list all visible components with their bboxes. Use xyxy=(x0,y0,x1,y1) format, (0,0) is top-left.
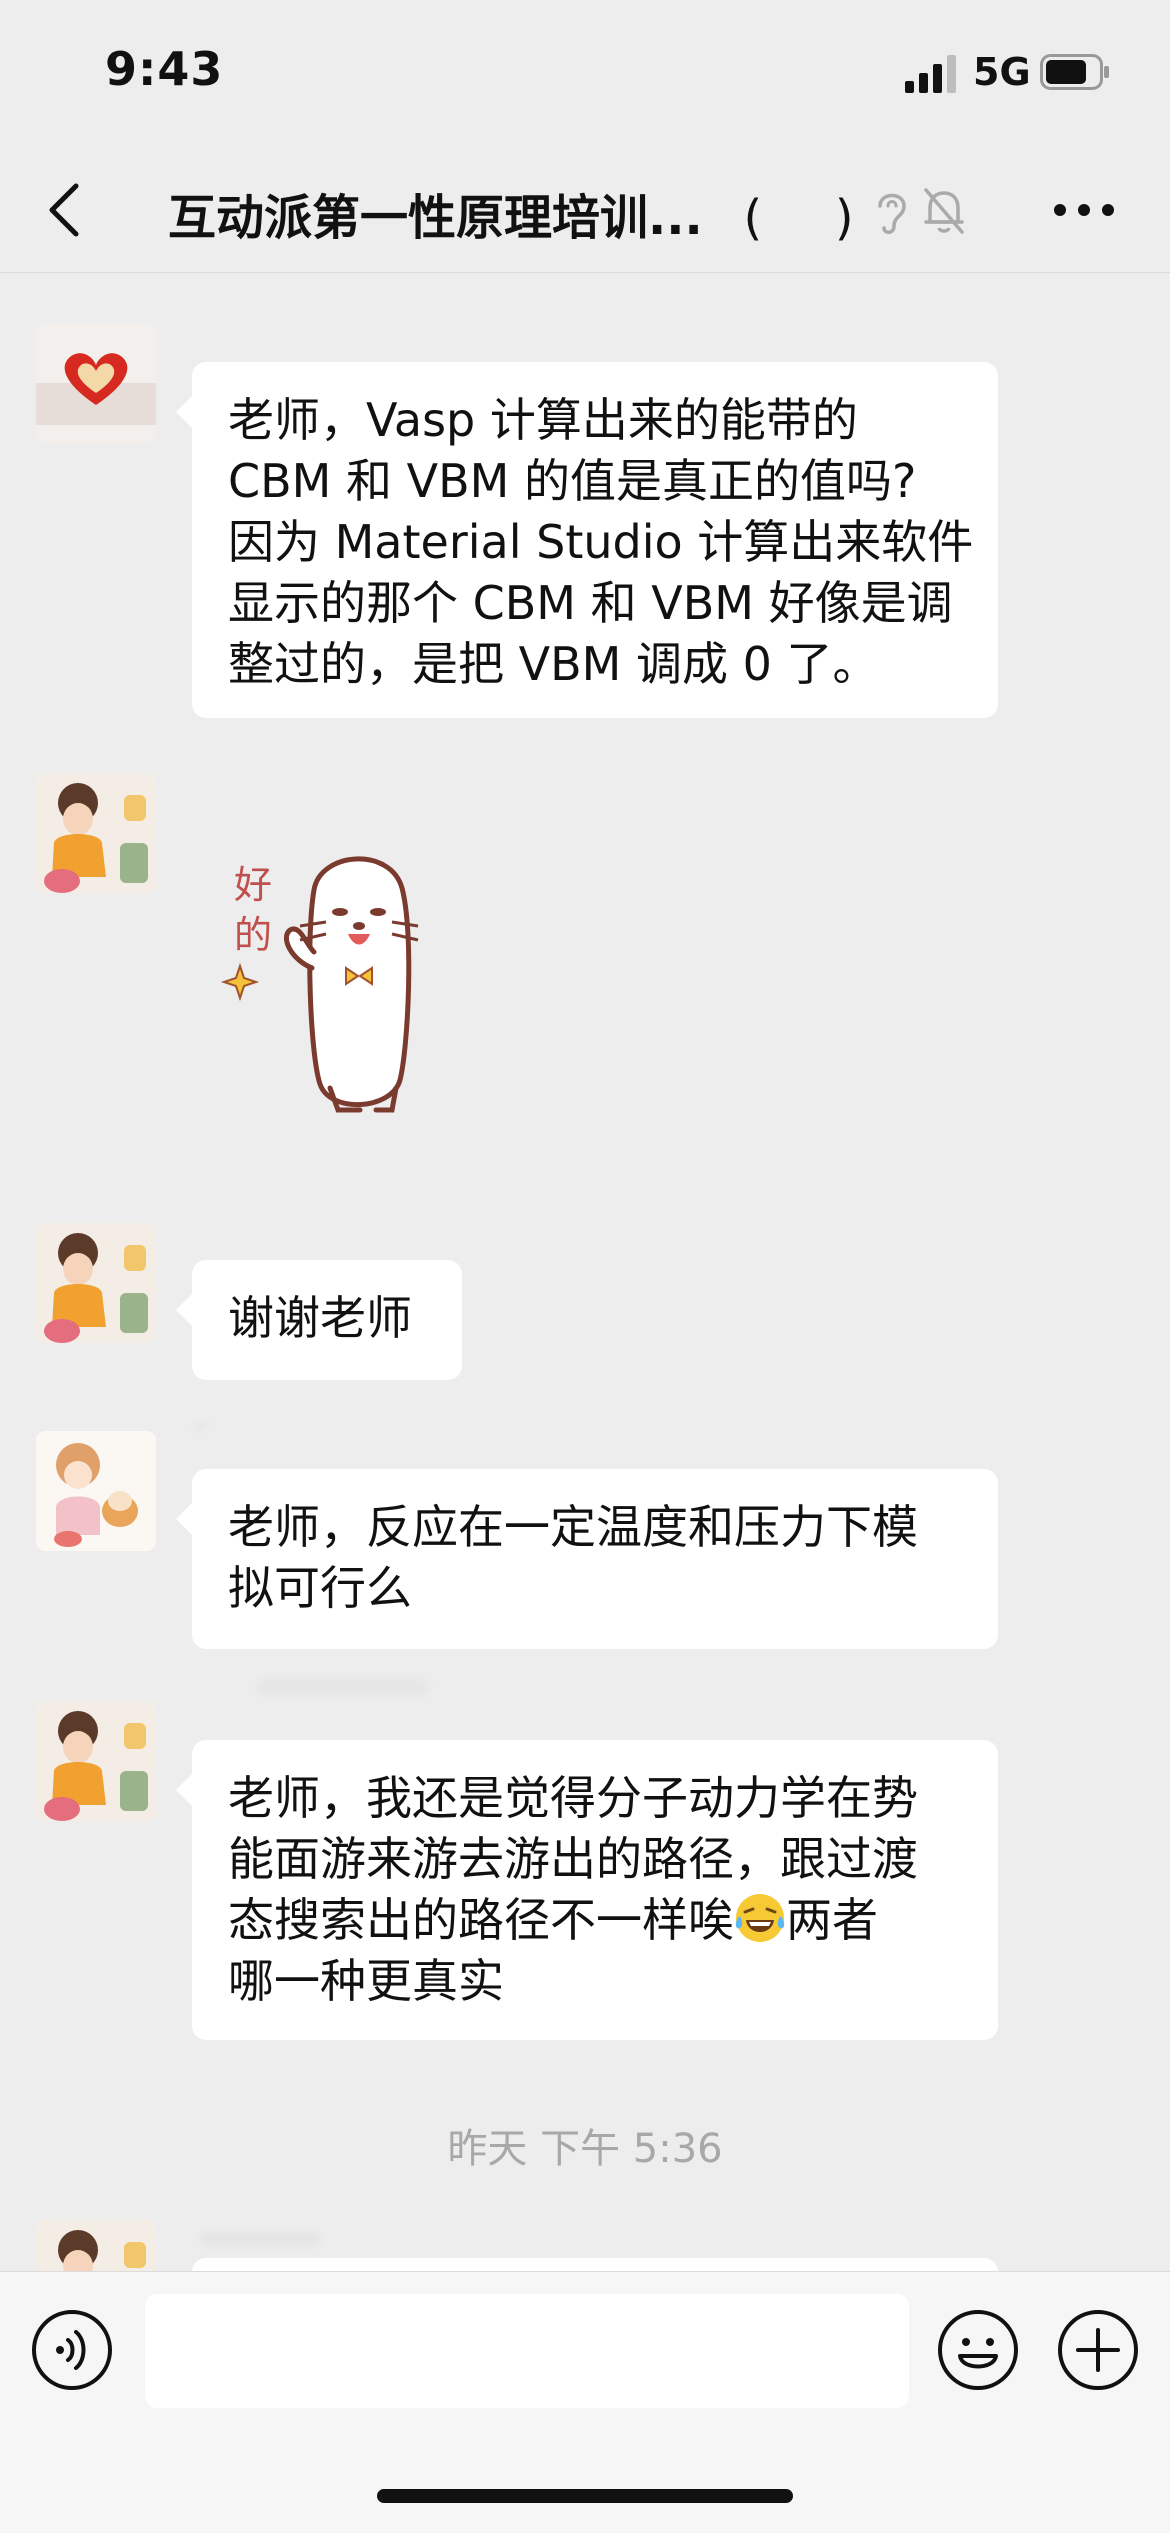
message-bubble[interactable] xyxy=(192,2258,998,2271)
chat-title[interactable]: 互动派第一性原理培训... ( ) xyxy=(168,178,854,248)
blurred-sender-name xyxy=(258,1678,428,1696)
avatar-girl[interactable] xyxy=(36,773,156,893)
more-options-icon[interactable] xyxy=(1052,200,1116,220)
message-timestamp: 昨天 下午 5:36 xyxy=(447,2126,723,2172)
message-bubble[interactable]: 老师，反应在一定温度和压力下模 拟可行么 xyxy=(176,1469,998,1649)
message-bubble[interactable]: 老师，我还是觉得分子动力学在势 能面游来游去游出的路径，跟过渡 态搜索出的路径不… xyxy=(176,1740,998,2040)
avatar-girl[interactable] xyxy=(36,2220,156,2271)
seal-sticker-image: 好 的 xyxy=(220,856,419,1113)
cartoon-avatar-image xyxy=(36,1431,156,1551)
message-text-line: 老师，我还是觉得分子动力学在势 xyxy=(228,1771,918,1825)
message-text-line: 老师，反应在一定温度和压力下模 xyxy=(228,1500,918,1554)
message-list[interactable]: 老师，Vasp 计算出来的能带的 CBM 和 VBM 的值是真正的值吗? 因为 … xyxy=(0,273,1170,2271)
message-text-line: 老师，Vasp 计算出来的能带的 xyxy=(228,393,858,447)
message-text-line: 因为 Material Studio 计算出来软件 xyxy=(228,515,974,569)
girl-avatar-image xyxy=(36,1223,156,1343)
avatar-heart[interactable] xyxy=(36,323,156,443)
heart-avatar-image xyxy=(36,323,156,443)
message-text-line: 显示的那个 CBM 和 VBM 好像是调 xyxy=(228,576,953,630)
status-time: 9:43 xyxy=(105,42,224,96)
emoji-picker-icon[interactable] xyxy=(936,2308,1020,2392)
girl-avatar-image xyxy=(36,773,156,893)
battery-icon xyxy=(1040,54,1109,90)
avatar-cartoon[interactable] xyxy=(36,1431,156,1551)
message-text-line: CBM 和 VBM 的值是真正的值吗? xyxy=(228,454,917,508)
network-type: 5G xyxy=(973,50,1031,94)
avatar-girl[interactable] xyxy=(36,1223,156,1343)
message-bubble[interactable]: 谢谢老师 xyxy=(176,1260,462,1380)
chat-title-text: 互动派第一性原理培训... xyxy=(168,190,703,246)
message-text-line: 整过的，是把 VBM 调成 0 了。 xyxy=(228,637,879,691)
member-count-close: ) xyxy=(834,190,854,246)
home-indicator[interactable] xyxy=(377,2489,793,2503)
laughing-tears-emoji-icon xyxy=(735,1894,785,1942)
member-count-open: ( xyxy=(743,190,763,246)
message-text-line: 谢谢老师 xyxy=(228,1291,412,1345)
status-bar: 9:43 5G xyxy=(0,0,1170,150)
message-bubble[interactable]: 老师，Vasp 计算出来的能带的 CBM 和 VBM 的值是真正的值吗? 因为 … xyxy=(176,362,998,718)
add-attachment-icon[interactable] xyxy=(1056,2308,1140,2392)
earpiece-mode-icon xyxy=(878,193,906,234)
girl-avatar-image xyxy=(36,1701,156,1821)
signal-icon xyxy=(905,55,956,93)
sticker-seal-ok[interactable]: 好 的 xyxy=(220,848,520,1138)
message-text-fragment: 态搜索出的路径不一样唉 xyxy=(228,1893,734,1947)
chat-header: 互动派第一性原理培训... ( ) xyxy=(0,150,1170,273)
blurred-sender-name xyxy=(200,2231,320,2247)
girl-avatar-image xyxy=(36,2220,156,2271)
back-chevron-icon[interactable] xyxy=(40,178,90,242)
message-text-line: 能面游来游去游出的路径，跟过渡 xyxy=(228,1832,918,1886)
blurred-sender-name xyxy=(195,1423,207,1429)
message-text-line: 态搜索出的路径不一样唉 两者 xyxy=(228,1890,962,1951)
message-input[interactable] xyxy=(145,2294,909,2408)
message-text-line: 拟可行么 xyxy=(228,1561,412,1615)
message-text-fragment: 两者 xyxy=(786,1893,878,1947)
mute-notifications-icon xyxy=(924,188,964,234)
voice-input-icon[interactable] xyxy=(30,2308,114,2392)
sticker-text-2: 的 xyxy=(234,915,272,957)
sticker-text-1: 好 xyxy=(234,865,272,907)
avatar-girl[interactable] xyxy=(36,1701,156,1821)
message-text-line: 哪一种更真实 xyxy=(228,1954,504,2008)
